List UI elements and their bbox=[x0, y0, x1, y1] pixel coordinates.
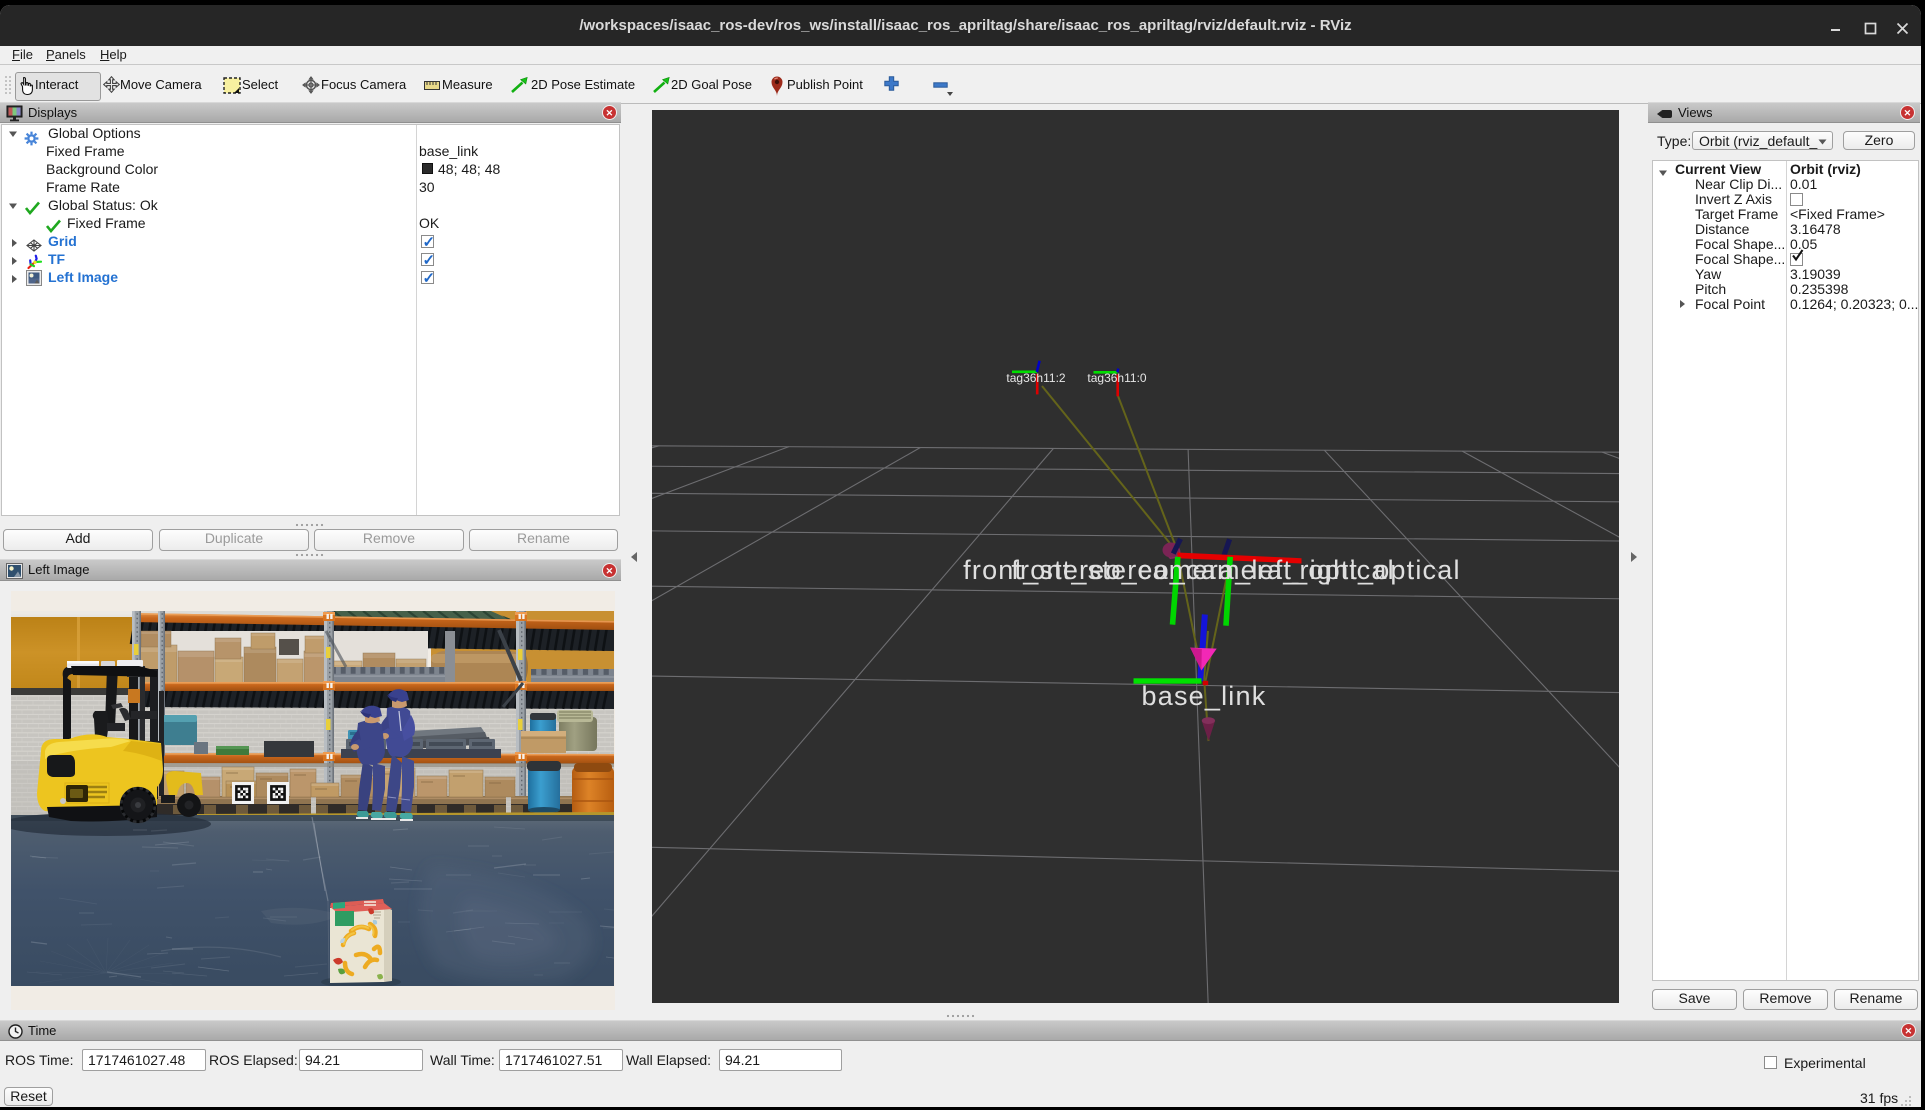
svg-text:front_stereo_camera_right_opti: front_stereo_camera_right_optical bbox=[1011, 555, 1460, 585]
svg-text:tag36h11:0: tag36h11:0 bbox=[1087, 371, 1146, 385]
svg-text:tag36h11:2: tag36h11:2 bbox=[1006, 371, 1065, 385]
svg-text:base_link: base_link bbox=[1142, 681, 1267, 711]
